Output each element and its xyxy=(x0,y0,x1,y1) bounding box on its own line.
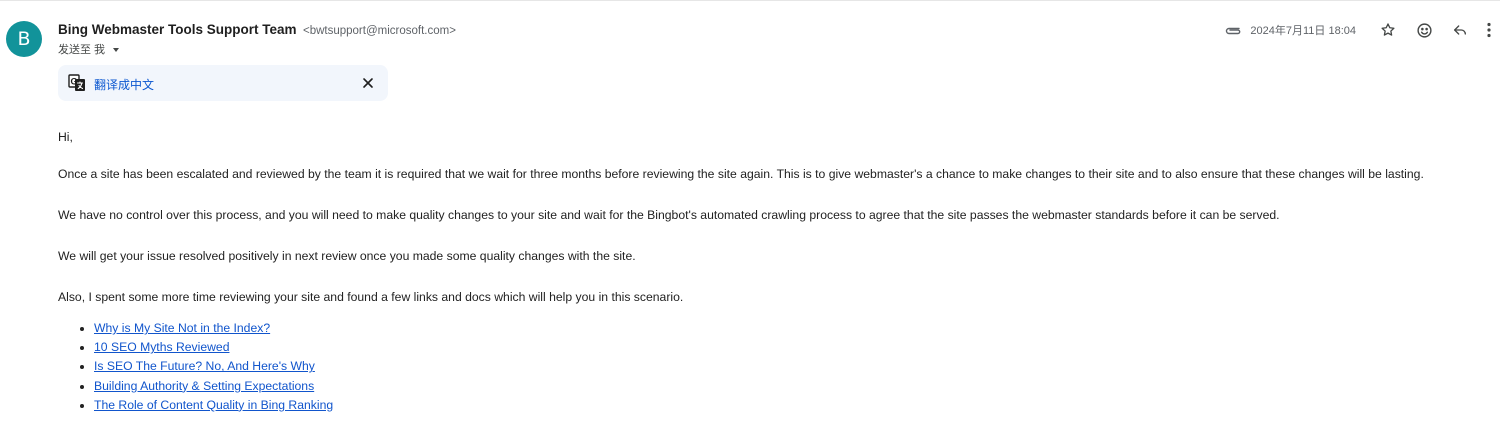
body-paragraph: We have no control over this process, an… xyxy=(58,208,1280,222)
list-item: 10 SEO Myths Reviewed xyxy=(79,340,333,359)
resource-link[interactable]: Why is My Site Not in the Index? xyxy=(94,321,270,335)
body-paragraph: We will get your issue resolved positive… xyxy=(58,249,636,263)
list-item: Is SEO The Future? No, And Here's Why xyxy=(79,359,333,378)
greeting: Hi, xyxy=(58,130,73,144)
resource-link[interactable]: Building Authority & Setting Expectation… xyxy=(94,379,314,393)
recipient-toggle[interactable]: 发送至 我 xyxy=(58,41,120,57)
message-actions: 2024年7月11日 18:04 xyxy=(1224,18,1500,42)
translate-bar: G 翻译成中文 xyxy=(58,65,388,101)
sender-name[interactable]: Bing Webmaster Tools Support Team xyxy=(58,22,297,37)
body-paragraph: Also, I spent some more time reviewing y… xyxy=(58,290,684,304)
recipient-label: 发送至 我 xyxy=(58,44,106,56)
resource-link[interactable]: Is SEO The Future? No, And Here's Why xyxy=(94,359,315,373)
reply-icon[interactable] xyxy=(1442,18,1478,42)
resource-link[interactable]: 10 SEO Myths Reviewed xyxy=(94,340,229,354)
chevron-down-icon[interactable] xyxy=(113,47,120,52)
resource-link-list: Why is My Site Not in the Index? 10 SEO … xyxy=(79,321,333,417)
more-vert-icon[interactable] xyxy=(1478,18,1500,42)
sender-line: Bing Webmaster Tools Support Team <bwtsu… xyxy=(58,21,456,39)
list-item: Why is My Site Not in the Index? xyxy=(79,321,333,340)
message-date: 2024年7月11日 18:04 xyxy=(1250,25,1356,37)
translate-icon: G xyxy=(68,74,86,92)
top-divider xyxy=(0,0,1500,1)
attachment-icon xyxy=(1224,24,1242,36)
sender-email: <bwtsupport@microsoft.com> xyxy=(302,25,456,37)
list-item: The Role of Content Quality in Bing Rank… xyxy=(79,398,333,417)
sender-avatar[interactable]: B xyxy=(6,21,42,57)
star-icon[interactable] xyxy=(1370,18,1406,42)
resource-link[interactable]: The Role of Content Quality in Bing Rank… xyxy=(94,398,333,412)
list-item: Building Authority & Setting Expectation… xyxy=(79,379,333,398)
close-icon[interactable] xyxy=(356,71,380,95)
emoji-icon[interactable] xyxy=(1406,18,1442,42)
body-paragraph: Once a site has been escalated and revie… xyxy=(58,167,1424,181)
translate-link[interactable]: 翻译成中文 xyxy=(94,76,154,93)
